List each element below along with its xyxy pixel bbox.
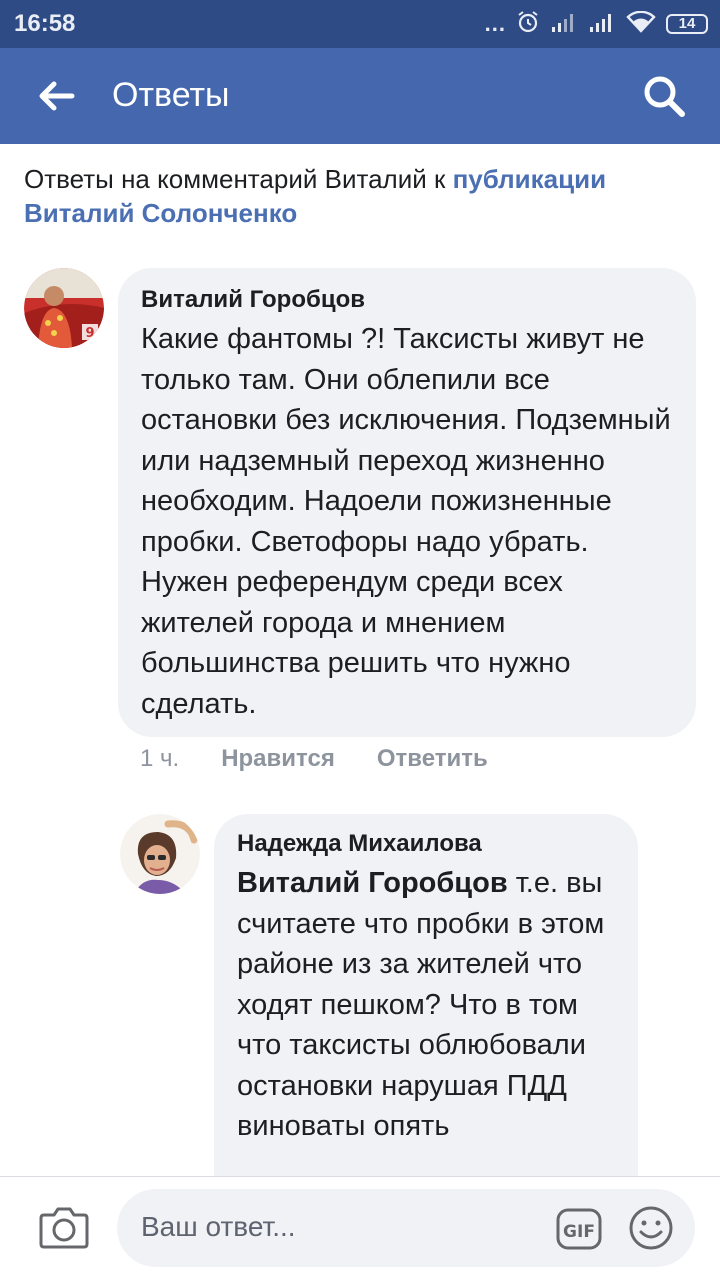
reply-author[interactable]: Надежда Михаилова (237, 830, 614, 858)
comment-author[interactable]: Виталий Горобцов (141, 286, 672, 314)
comment-text: Какие фантомы ?! Таксисты живут не тольк… (141, 323, 671, 720)
reply-placeholder: Ваш ответ... (141, 1211, 296, 1242)
gif-icon[interactable]: GIF (555, 1207, 603, 1251)
reply-body: т.е. вы считаете что пробки в этом район… (237, 867, 605, 1142)
app-bar: Ответы (0, 48, 720, 144)
back-arrow-icon[interactable] (34, 74, 78, 118)
gif-label: GIF (563, 1222, 595, 1242)
svg-text:9: 9 (85, 326, 94, 341)
reply-text: Виталий Горобцов т.е. вы считаете что пр… (237, 863, 614, 1147)
battery-icon: 14 (666, 14, 708, 34)
status-icons: ... 14 (485, 9, 708, 39)
reply-input[interactable]: Ваш ответ... GIF (117, 1189, 695, 1267)
like-button[interactable]: Нравится (221, 745, 335, 773)
search-icon[interactable] (640, 72, 688, 120)
status-dots: ... (484, 11, 506, 36)
reply-bubble[interactable]: Надежда Михаилова Виталий Горобцов т.е. … (214, 814, 638, 1234)
camera-icon[interactable] (38, 1203, 90, 1251)
wifi-icon (626, 10, 656, 38)
comment-actions: 1 ч. Нравится Ответить (140, 742, 530, 776)
replies-intro: Ответы на комментарий Виталий к публикац… (24, 162, 704, 230)
emoji-icon[interactable] (627, 1204, 675, 1252)
reply-mention[interactable]: Виталий Горобцов (237, 867, 508, 899)
signal-icon-2 (588, 11, 616, 38)
comment-time[interactable]: 1 ч. (140, 745, 179, 773)
status-bar: 16:58 ... 14 (0, 0, 720, 48)
reply-button[interactable]: Ответить (377, 745, 488, 773)
avatar[interactable]: 9 (24, 268, 104, 348)
signal-icon (550, 11, 578, 38)
compose-bar: Ваш ответ... GIF (0, 1176, 720, 1280)
page-title: Ответы (112, 76, 230, 114)
status-time: 16:58 (14, 10, 76, 37)
avatar[interactable] (120, 814, 200, 894)
alarm-icon (516, 10, 540, 39)
intro-text: Ответы на комментарий Виталий к (24, 164, 453, 194)
comment-bubble[interactable]: Виталий Горобцов Какие фантомы ?! Таксис… (118, 268, 696, 737)
